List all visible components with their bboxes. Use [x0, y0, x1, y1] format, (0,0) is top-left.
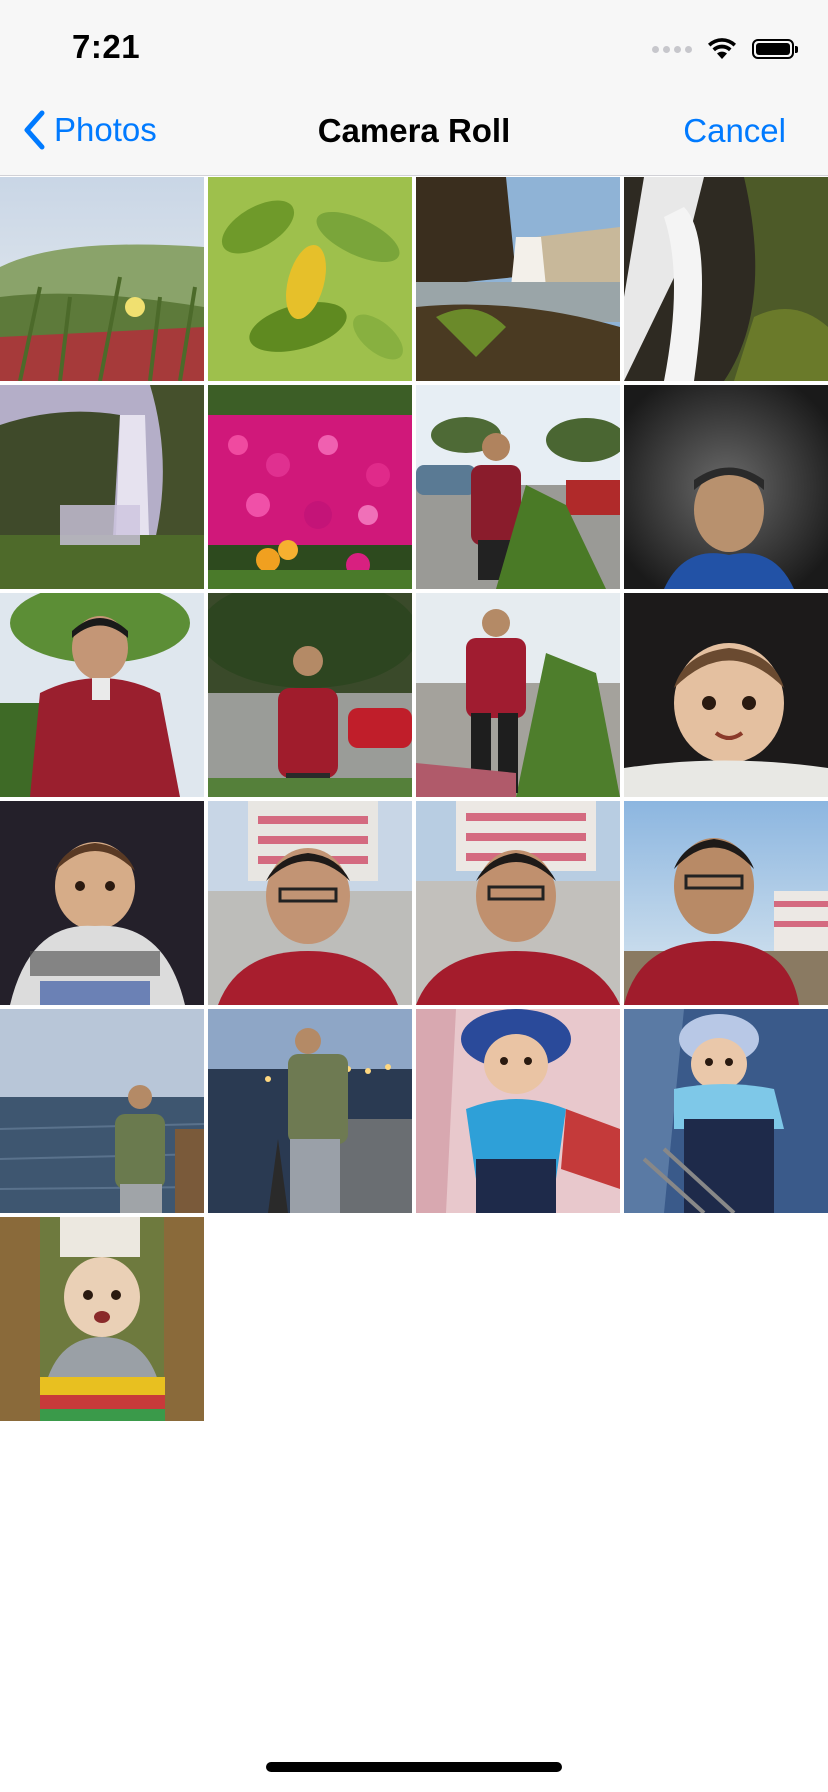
- status-bar: 7:21: [0, 0, 828, 88]
- photo-image: [208, 801, 412, 1005]
- photo-image: [0, 593, 204, 797]
- navigation-bar: Photos Camera Roll Cancel: [0, 88, 828, 176]
- photo-image: [0, 801, 204, 1005]
- screen: 7:21 Photos Camera Roll Cancel: [0, 0, 828, 1792]
- photo-thumbnail[interactable]: [0, 593, 204, 797]
- status-time: 7:21: [72, 28, 141, 65]
- photo-image: [208, 385, 412, 589]
- photo-thumbnail[interactable]: [416, 593, 620, 797]
- photo-image: [208, 1009, 412, 1213]
- photo-image: [416, 385, 620, 589]
- photo-thumbnail[interactable]: [416, 177, 620, 381]
- photo-image: [416, 801, 620, 1005]
- photo-thumbnail[interactable]: [208, 1009, 412, 1213]
- photo-thumbnail[interactable]: [208, 385, 412, 589]
- photo-image: [208, 177, 412, 381]
- photo-thumbnail[interactable]: [416, 1009, 620, 1213]
- photo-thumbnail[interactable]: [624, 801, 828, 1005]
- photo-image: [0, 1217, 204, 1421]
- photo-image: [208, 593, 412, 797]
- photo-thumbnail[interactable]: [0, 1217, 204, 1421]
- photo-thumbnail[interactable]: [0, 177, 204, 381]
- photo-image: [0, 177, 204, 381]
- photo-image: [416, 1009, 620, 1213]
- photo-thumbnail[interactable]: [624, 385, 828, 589]
- photo-thumbnail[interactable]: [0, 801, 204, 1005]
- photo-image: [624, 593, 828, 797]
- photo-image: [416, 593, 620, 797]
- photo-image: [624, 801, 828, 1005]
- wifi-icon: [708, 38, 736, 59]
- photo-thumbnail[interactable]: [624, 593, 828, 797]
- photo-image: [416, 177, 620, 381]
- photo-image: [624, 1009, 828, 1213]
- photo-thumbnail[interactable]: [208, 801, 412, 1005]
- home-indicator[interactable]: [266, 1762, 562, 1772]
- cancel-button[interactable]: Cancel: [683, 112, 786, 150]
- battery-icon: [752, 39, 798, 59]
- photo-image: [624, 385, 828, 589]
- photo-thumbnail[interactable]: [0, 385, 204, 589]
- photo-thumbnail[interactable]: [624, 1009, 828, 1213]
- photo-thumbnail[interactable]: [416, 385, 620, 589]
- photo-thumbnail[interactable]: [416, 801, 620, 1005]
- photo-thumbnail[interactable]: [208, 593, 412, 797]
- photo-grid: [0, 177, 828, 1421]
- status-indicators: [652, 34, 798, 64]
- cellular-signal-icon: [652, 45, 692, 53]
- photo-thumbnail[interactable]: [208, 177, 412, 381]
- photo-image: [624, 177, 828, 381]
- photo-thumbnail[interactable]: [624, 177, 828, 381]
- photo-image: [0, 1009, 204, 1213]
- photo-thumbnail[interactable]: [0, 1009, 204, 1213]
- photo-image: [0, 385, 204, 589]
